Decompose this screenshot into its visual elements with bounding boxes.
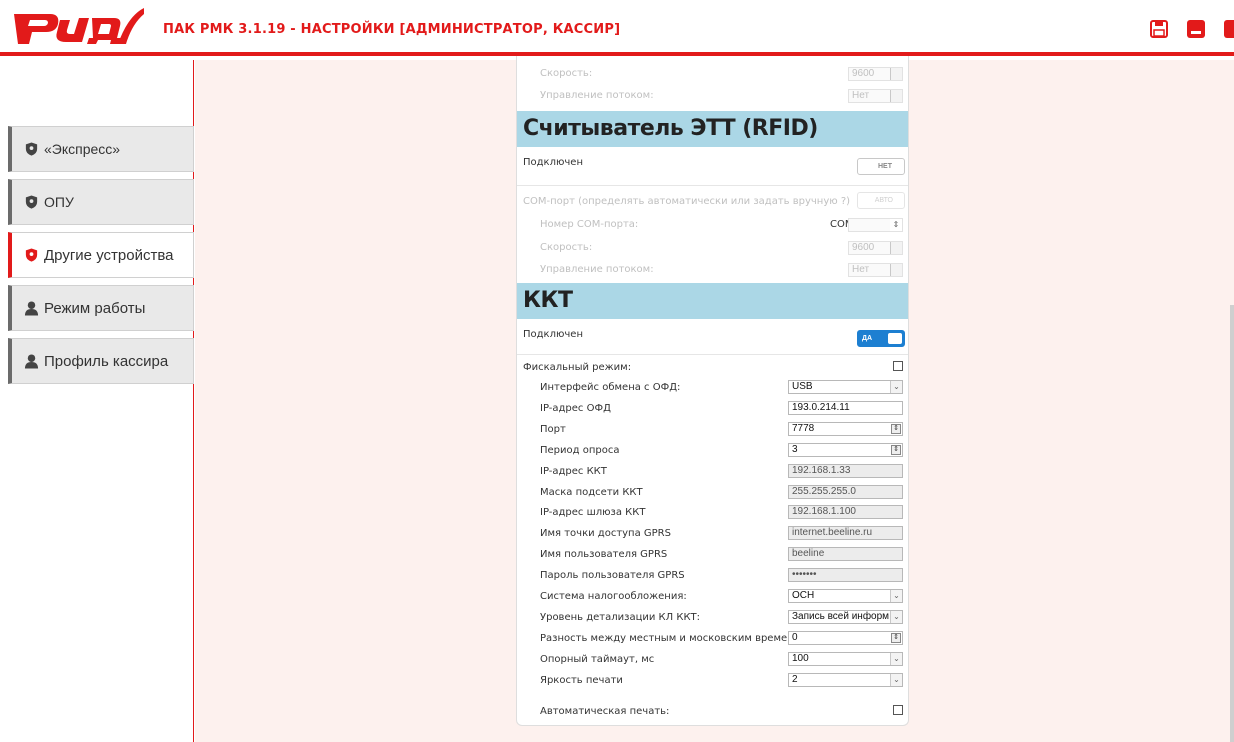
flow-control-label: Управление потоком: — [540, 264, 654, 275]
com-auto-toggle[interactable]: АВТО — [857, 192, 905, 209]
field-label: Разность между местным и московским врем… — [540, 633, 825, 644]
text-field[interactable]: 193.0.214.11 — [788, 401, 903, 415]
settings-panel: Скорость: 9600 Управление потоком: Нет С… — [516, 56, 909, 726]
field-label: Маска подсети ККТ — [540, 487, 643, 498]
save-icon[interactable] — [1150, 20, 1168, 38]
fiscal-mode-checkbox[interactable] — [893, 361, 903, 371]
field-label: Пароль пользователя GPRS — [540, 570, 685, 581]
section-header-kkt: ККТ — [517, 283, 908, 319]
flow-control-label: Управление потоком: — [540, 90, 654, 101]
chevron-down-icon — [890, 264, 902, 276]
select-field[interactable]: Запись всей информ ⌄ — [788, 610, 903, 624]
stepper-icon: ⇕ — [891, 633, 901, 643]
field-label: Имя пользователя GPRS — [540, 549, 668, 560]
field-label: Уровень детализации КЛ ККТ: — [540, 612, 701, 623]
shield-icon — [25, 195, 38, 209]
sidebar-item-opu[interactable]: ОПУ — [8, 179, 194, 225]
flow-control-select[interactable]: Нет — [848, 89, 903, 103]
close-icon[interactable] — [1224, 20, 1234, 38]
text-field: 192.168.1.33 — [788, 464, 903, 478]
divider — [517, 354, 908, 355]
rfid-connected-toggle[interactable]: НЕТ — [857, 158, 905, 175]
sidebar-item-other-devices[interactable]: Другие устройства — [8, 232, 194, 278]
com-auto-label: COM-порт (определять автоматически или з… — [523, 196, 851, 207]
select-field[interactable]: 100 ⌄ — [788, 652, 903, 666]
chevron-down-icon: ⌄ — [890, 653, 902, 665]
select-field[interactable]: USB ⌄ — [788, 380, 903, 394]
field-label: IP-адрес ККТ — [540, 466, 607, 477]
chevron-down-icon — [890, 90, 902, 102]
chevron-down-icon: ⌄ — [890, 674, 902, 686]
field-label: Интерфейс обмена с ОФД: — [540, 382, 681, 393]
user-icon — [24, 354, 39, 369]
autoprint-label: Автоматическая печать: — [540, 706, 670, 717]
speed-label: Скорость: — [540, 68, 593, 79]
chevron-down-icon — [890, 242, 902, 254]
field-label: IP-адрес ОФД — [540, 403, 611, 414]
section-title: ККТ — [523, 288, 573, 313]
field-label: Имя точки доступа GPRS — [540, 528, 671, 539]
shield-icon — [25, 142, 38, 156]
sidebar-item-express[interactable]: «Экспресс» — [8, 126, 194, 172]
rzd-logo — [14, 8, 144, 44]
title-bar: ПАК РМК 3.1.19 - НАСТРОЙКИ [АДМИНИСТРАТО… — [0, 0, 1234, 56]
stepper-icon: ⇕ — [890, 219, 902, 231]
chevron-down-icon: ⌄ — [890, 611, 902, 623]
speed-label: Скорость: — [540, 242, 593, 253]
stepper-icon: ⇕ — [891, 445, 901, 455]
sidebar-item-cashier-profile[interactable]: Профиль кассира — [8, 338, 194, 384]
sidebar: «Экспресс» ОПУ Другие устройства Режим р… — [0, 60, 194, 742]
divider — [517, 185, 908, 186]
com-number-stepper[interactable]: ⇕ — [848, 218, 903, 232]
com-number-label: Номер COM-порта: — [540, 219, 639, 230]
field-label: IP-адрес шлюза ККТ — [540, 507, 646, 518]
speed-select[interactable]: 9600 — [848, 67, 903, 81]
text-field: internet.beeline.ru — [788, 526, 903, 540]
speed-select[interactable]: 9600 — [848, 241, 903, 255]
fiscal-mode-label: Фискальный режим: — [523, 362, 632, 373]
chevron-down-icon: ⌄ — [890, 590, 902, 602]
minimize-icon[interactable] — [1187, 20, 1205, 38]
text-field: 255.255.255.0 — [788, 485, 903, 499]
kkt-connected-label: Подключен — [523, 329, 583, 340]
text-field: ••••••• — [788, 568, 903, 582]
text-field: beeline — [788, 547, 903, 561]
sidebar-item-label: Профиль кассира — [44, 352, 169, 370]
select-field[interactable]: 2 ⌄ — [788, 673, 903, 687]
rfid-connected-label: Подключен — [523, 157, 583, 168]
field-label: Система налогообложения: — [540, 591, 687, 602]
stepper-field[interactable]: 7778 ⇕ — [788, 422, 903, 436]
stepper-icon: ⇕ — [891, 424, 901, 434]
text-field: 192.168.1.100 — [788, 505, 903, 519]
field-label: Период опроса — [540, 445, 620, 456]
autoprint-checkbox[interactable] — [893, 705, 903, 715]
flow-control-select[interactable]: Нет — [848, 263, 903, 277]
user-icon — [24, 301, 39, 316]
field-label: Опорный таймаут, мс — [540, 654, 655, 665]
kkt-connected-toggle[interactable]: ДА — [857, 330, 905, 347]
sidebar-item-work-mode[interactable]: Режим работы — [8, 285, 194, 331]
sidebar-item-label: Другие устройства — [44, 246, 174, 264]
select-field[interactable]: ОСН ⌄ — [788, 589, 903, 603]
shield-icon — [25, 248, 38, 262]
sidebar-item-label: «Экспресс» — [44, 141, 121, 157]
sidebar-item-label: Режим работы — [44, 299, 146, 317]
sidebar-item-label: ОПУ — [44, 194, 74, 210]
chevron-down-icon: ⌄ — [890, 381, 902, 393]
window-title: ПАК РМК 3.1.19 - НАСТРОЙКИ [АДМИНИСТРАТО… — [163, 22, 621, 37]
field-label: Яркость печати — [540, 675, 623, 686]
stepper-field[interactable]: 0 ⇕ — [788, 631, 903, 645]
chevron-down-icon — [890, 68, 902, 80]
stepper-field[interactable]: 3 ⇕ — [788, 443, 903, 457]
scrollbar-thumb[interactable] — [1230, 305, 1234, 742]
field-label: Порт — [540, 424, 566, 435]
section-header-rfid: Считыватель ЭТТ (RFID) — [517, 111, 908, 147]
section-title: Считыватель ЭТТ (RFID) — [523, 116, 818, 141]
